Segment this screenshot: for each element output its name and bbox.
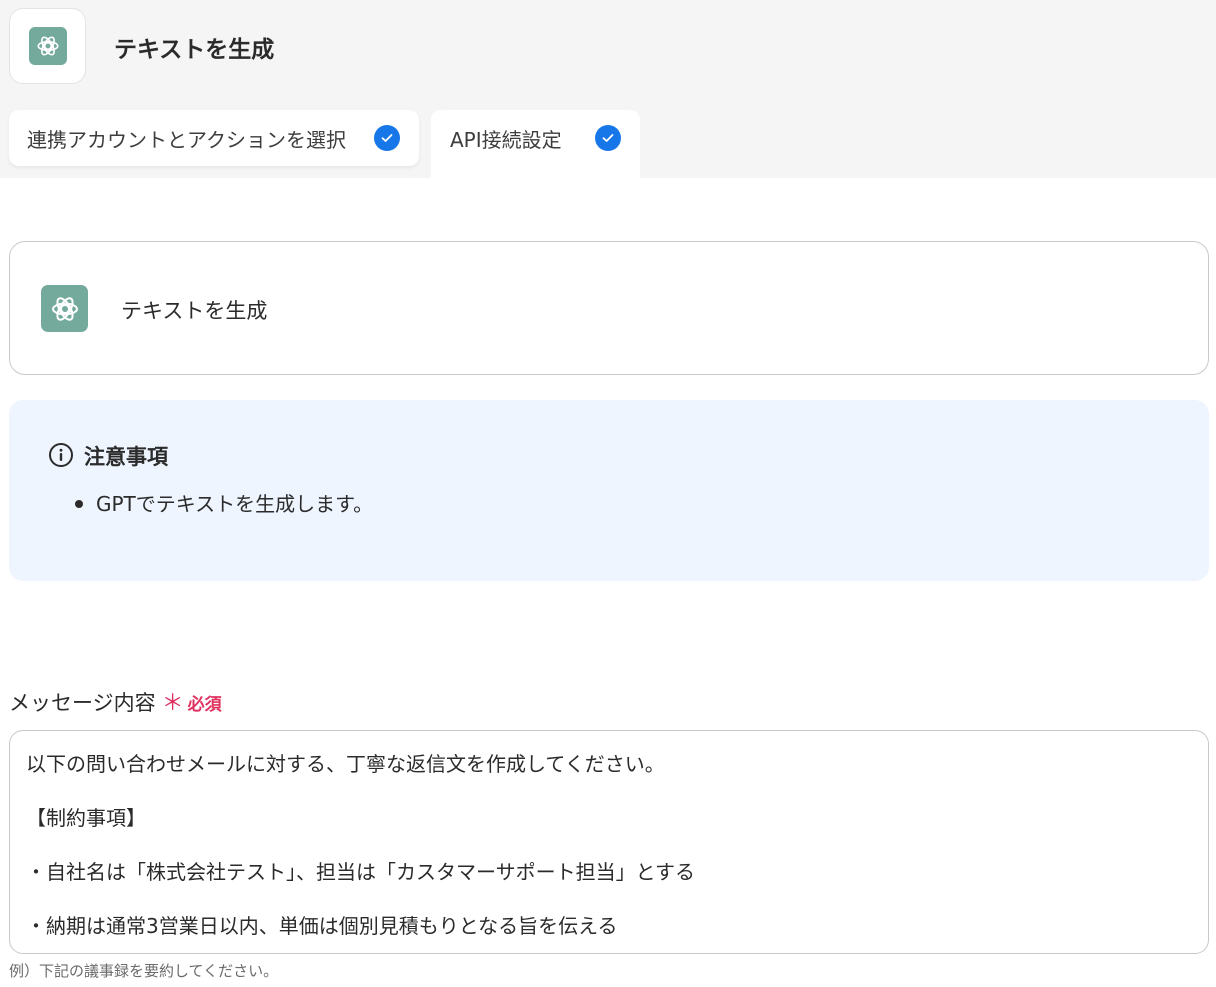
openai-logo-icon: [28, 27, 67, 65]
action-card[interactable]: テキストを生成: [9, 241, 1209, 375]
notice-list: GPTでテキストを生成します。: [75, 488, 373, 517]
app-icon-box: [9, 8, 86, 84]
list-item: GPTでテキストを生成します。: [75, 488, 373, 517]
check-circle-icon: [374, 125, 400, 151]
check-circle-icon: [595, 125, 621, 151]
action-label: テキストを生成: [121, 299, 268, 323]
text-line: 以下の問い合わせメールに対する、丁寧な返信文を作成してください。: [26, 752, 665, 776]
text-line: 【制約事項】: [26, 806, 146, 830]
bullet-icon: [75, 499, 83, 508]
info-icon: [49, 443, 73, 467]
message-textarea[interactable]: 以下の問い合わせメールに対する、丁寧な返信文を作成してください。 【制約事項】 …: [9, 730, 1209, 954]
tab-api-settings[interactable]: API接続設定: [431, 110, 640, 178]
required-badge: 必須: [187, 695, 222, 715]
notice-panel: 注意事項 GPTでテキストを生成します。: [9, 400, 1209, 581]
tab-label: 連携アカウントとアクションを選択: [27, 127, 346, 152]
text-line: ・納期は通常3営業日以内、単価は個別見積もりとなる旨を伝える: [26, 914, 618, 938]
tab-label: API接続設定: [450, 127, 562, 152]
tab-account-action[interactable]: 連携アカウントとアクションを選択: [9, 110, 419, 166]
page-title: テキストを生成: [114, 37, 275, 63]
notice-title: 注意事項: [84, 445, 168, 469]
required-asterisk-icon: ＊: [161, 691, 184, 716]
placeholder-hint: 例）下記の議事録を要約してください。: [9, 962, 279, 980]
openai-logo-icon: [41, 285, 88, 332]
text-line: ・自社名は「株式会社テスト」、担当は「カスタマーサポート担当」とする: [26, 860, 695, 884]
message-field-label: メッセージ内容 ＊ 必須: [9, 685, 222, 717]
